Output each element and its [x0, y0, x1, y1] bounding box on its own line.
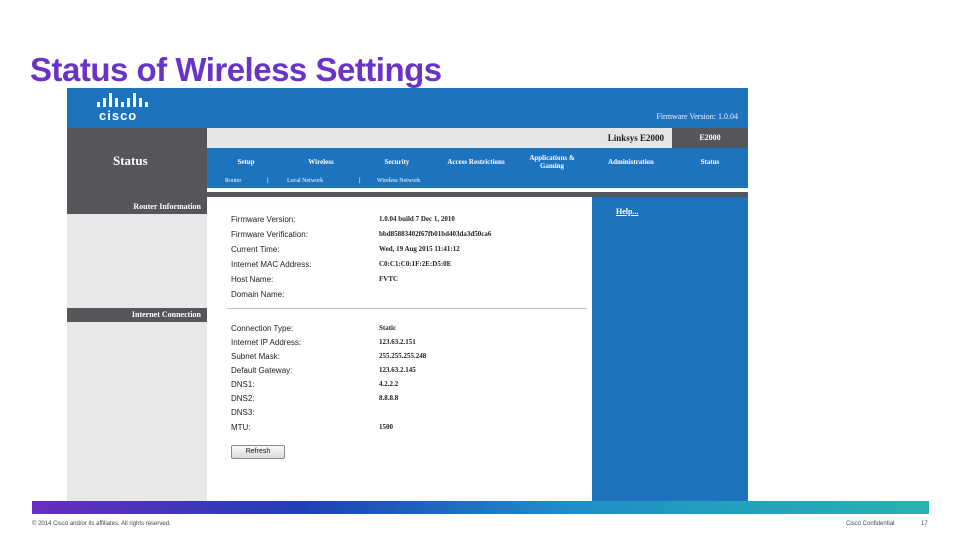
connection-type-label: Connection Type:	[231, 324, 294, 333]
subnet-mask-value: 255.255.255.248	[379, 352, 427, 360]
dns2-label: DNS2:	[231, 394, 255, 403]
cisco-logo-icon: cisco	[95, 92, 165, 124]
menu-access-restrictions[interactable]: Access Restrictions	[433, 158, 519, 166]
fw-version-value: 1.0.04 build 7 Dec 1, 2010	[379, 215, 455, 223]
router-info-heading: Router Information	[67, 200, 207, 214]
footer-copyright: © 2014 Cisco and/or its affiliates. All …	[32, 521, 171, 527]
cisco-wordmark: cisco	[99, 108, 138, 123]
main-menu: Setup Wireless Security Access Restricti…	[207, 148, 672, 176]
cisco-bars-icon	[95, 92, 165, 107]
default-gateway-value: 123.63.2.145	[379, 366, 416, 374]
current-time-label: Current Time:	[231, 245, 280, 254]
internet-connection-heading: Internet Connection	[67, 308, 207, 322]
current-time-value: Wed, 19 Aug 2015 11:41:12	[379, 245, 460, 253]
internet-ip-label: Internet IP Address:	[231, 338, 302, 347]
mtu-label: MTU:	[231, 423, 251, 432]
router-header: cisco Firmware Version: 1.0.04	[67, 88, 748, 128]
submenu-wireless-network[interactable]: Wireless Network	[377, 178, 420, 184]
domain-name-label: Domain Name:	[231, 290, 285, 299]
menu-security[interactable]: Security	[367, 158, 427, 166]
firmware-version-header: Firmware Version: 1.0.04	[656, 112, 738, 121]
help-column: Help...	[592, 197, 748, 501]
footer-confidential: Cisco Confidential	[846, 521, 895, 527]
subnet-mask-label: Subnet Mask:	[231, 352, 280, 361]
menu-wireless[interactable]: Wireless	[291, 158, 351, 166]
menu-setup[interactable]: Setup	[221, 158, 271, 166]
host-name-value: FVTC	[379, 275, 399, 283]
submenu-router[interactable]: Router	[225, 178, 241, 184]
default-gateway-label: Default Gateway:	[231, 366, 293, 375]
fw-version-label: Firmware Version:	[231, 215, 296, 224]
sub-menu: Router | Local Network | Wireless Networ…	[207, 176, 748, 188]
fw-verification-value: bbd85883402f67fb01bd403da3d50ca6	[379, 230, 492, 238]
model-label: Linksys E2000	[607, 133, 664, 143]
mtu-value: 1500	[379, 423, 393, 431]
section-title: Status	[113, 153, 148, 168]
dns1-value: 4.2.2.2	[379, 380, 399, 388]
connection-type-value: Static	[379, 324, 397, 332]
help-link[interactable]: Help...	[616, 207, 638, 216]
footer-gradient-bar	[32, 501, 929, 514]
dns3-label: DNS3:	[231, 408, 255, 417]
submenu-local-network[interactable]: Local Network	[287, 178, 323, 184]
section-title-box: Status	[67, 128, 207, 188]
host-name-label: Host Name:	[231, 275, 274, 284]
internet-ip-value: 123.63.2.151	[379, 338, 416, 346]
divider	[227, 308, 587, 309]
fw-verification-label: Firmware Verification:	[231, 230, 308, 239]
page-number: 17	[921, 521, 928, 527]
left-gray-area	[67, 188, 207, 501]
model-tab: E2000	[672, 128, 748, 148]
menu-administration[interactable]: Administration	[593, 158, 669, 166]
submenu-separator: |	[267, 178, 269, 184]
mac-address-value: C0:C1:C0:1F:2E:D5:0E	[379, 260, 452, 268]
router-screenshot: cisco Firmware Version: 1.0.04 Status Li…	[67, 88, 748, 501]
status-content: Firmware Version: 1.0.04 build 7 Dec 1, …	[207, 197, 592, 501]
menu-status[interactable]: Status	[672, 148, 748, 176]
model-bar: Linksys E2000	[207, 128, 672, 148]
dns2-value: 8.8.8.8	[379, 394, 399, 402]
menu-applications-gaming[interactable]: Applications & Gaming	[519, 154, 585, 170]
slide-title: Status of Wireless Settings	[30, 51, 442, 88]
dns1-label: DNS1:	[231, 380, 255, 389]
refresh-button[interactable]: Refresh	[231, 445, 285, 459]
submenu-separator: |	[359, 178, 361, 184]
mac-address-label: Internet MAC Address:	[231, 260, 312, 269]
